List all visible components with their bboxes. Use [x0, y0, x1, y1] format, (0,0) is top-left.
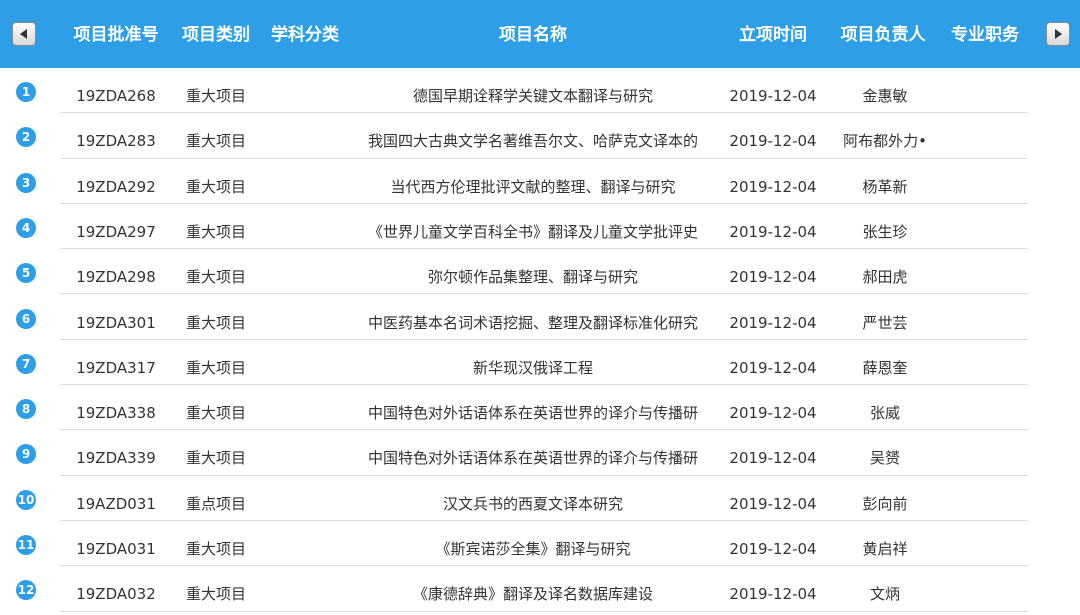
project-category-cell: 重大项目 — [185, 585, 246, 604]
project-leader-cell: 黄启祥 — [862, 540, 908, 558]
header-project-leader[interactable]: 项目负责人 — [833, 23, 933, 47]
approval-date-cell: 2019-12-04 — [729, 540, 817, 558]
row-index-badge: 7 — [16, 353, 36, 374]
project-name-cell: 中国特色对外话语体系在英语世界的译介与传播研 — [367, 449, 698, 468]
approval-date-cell: 2019-12-04 — [729, 268, 817, 287]
approval-date-cell: 2019-12-04 — [729, 585, 817, 604]
approval-number-cell: 19ZDA268 — [76, 87, 156, 105]
approval-number-cell: 19ZDA298 — [76, 268, 156, 287]
project-name-cell: 德国早期诠释学关键文本翻译与研究 — [412, 87, 653, 105]
project-leader-cell: 阿布都外力• — [843, 132, 927, 151]
header-project-category[interactable]: 项目类别 — [176, 23, 256, 47]
project-name-cell: 新华现汉俄译工程 — [472, 358, 593, 377]
project-name-cell: 当代西方伦理批评文献的整理、翻译与研究 — [390, 177, 676, 196]
approval-date-cell: 2019-12-04 — [729, 132, 817, 151]
approval-date-cell: 2019-12-04 — [729, 177, 817, 196]
project-leader-cell: 金惠敏 — [862, 87, 908, 105]
row-index-badge: 12 — [16, 580, 36, 601]
table-row[interactable]: 7 19ZDA317 重大项目 新华现汉俄译工程 2019-12-04 薛恩奎 — [0, 340, 1080, 386]
approval-number-cell: 19ZDA283 — [76, 132, 156, 151]
table-row[interactable]: 1 19ZDA268 重大项目 德国早期诠释学关键文本翻译与研究 2019-12-04 金… — [0, 68, 1080, 114]
approval-number-cell: 19ZDA032 — [76, 585, 156, 604]
header-discipline[interactable]: 学科分类 — [265, 23, 345, 47]
project-category-cell: 重大项目 — [185, 358, 246, 377]
project-category-cell: 重大项目 — [185, 132, 246, 151]
table-row[interactable]: 8 19ZDA338 重大项目 中国特色对外话语体系在英语世界的译介与传播研 2019-… — [0, 385, 1080, 431]
project-category-cell: 重大项目 — [185, 313, 246, 332]
project-leader-cell: 吴赟 — [869, 449, 900, 468]
scroll-right-button[interactable] — [1046, 22, 1070, 46]
row-index-badge: 8 — [16, 399, 36, 420]
project-name-cell: 中国特色对外话语体系在英语世界的译介与传播研 — [367, 404, 698, 423]
project-name-cell: 弥尔顿作品集整理、翻译与研究 — [427, 268, 638, 287]
project-name-cell: 《康德辞典》翻译及译名数据库建设 — [412, 585, 653, 604]
table-row[interactable]: 6 19ZDA301 重大项目 中医药基本名词术语挖掘、整理及翻译标准化研究 2019-… — [0, 295, 1080, 340]
header-approval-number[interactable]: 项目批准号 — [68, 23, 164, 47]
project-name-cell: 《世界儿童文学百科全书》翻译及儿童文学批评史 — [367, 222, 698, 241]
table-row[interactable]: 11 19ZDA031 重大项目 《斯宾诺莎全集》翻译与研究 2019-12-04 黄启祥 — [0, 521, 1080, 567]
project-leader-cell: 杨革新 — [862, 177, 908, 196]
arrow-right-icon — [1055, 29, 1062, 39]
project-category-cell: 重大项目 — [185, 268, 246, 287]
approval-date-cell: 2019-12-04 — [729, 358, 817, 377]
header-approval-date[interactable]: 立项时间 — [733, 23, 813, 47]
approval-number-cell: 19ZDA297 — [76, 222, 156, 241]
row-index-badge: 4 — [16, 217, 36, 238]
approval-date-cell: 2019-12-04 — [729, 449, 817, 468]
approval-number-cell: 19ZDA301 — [76, 313, 156, 332]
project-leader-cell: 严世芸 — [862, 313, 908, 332]
project-leader-cell: 郝田虎 — [862, 268, 908, 287]
header-project-name[interactable]: 项目名称 — [478, 23, 588, 47]
row-index-badge: 6 — [16, 308, 36, 329]
row-divider — [60, 610, 1028, 612]
row-index-badge: 1 — [16, 82, 36, 102]
project-leader-cell: 张生珍 — [862, 222, 908, 241]
row-index-badge: 11 — [16, 535, 36, 555]
approval-number-cell: 19ZDA338 — [76, 404, 156, 423]
approval-number-cell: 19ZDA292 — [76, 177, 156, 196]
approval-date-cell: 2019-12-04 — [729, 313, 817, 332]
approval-number-cell: 19AZD031 — [76, 494, 156, 513]
row-index-badge: 9 — [16, 444, 36, 465]
project-name-cell: 汉文兵书的西夏文译本研究 — [442, 494, 623, 513]
table-row[interactable]: 9 19ZDA339 重大项目 中国特色对外话语体系在英语世界的译介与传播研 2019-… — [0, 430, 1080, 476]
project-leader-cell: 薛恩奎 — [862, 358, 908, 377]
project-leader-cell: 张威 — [869, 404, 900, 423]
project-name-cell: 我国四大古典文学名著维吾尔文、哈萨克文译本的 — [367, 132, 698, 151]
project-name-cell: 《斯宾诺莎全集》翻译与研究 — [435, 540, 631, 558]
approval-date-cell: 2019-12-04 — [729, 404, 817, 423]
row-index-badge: 3 — [16, 172, 36, 193]
header-professional-title[interactable]: 专业职务 — [944, 23, 1026, 47]
table-row[interactable]: 5 19ZDA298 重大项目 弥尔顿作品集整理、翻译与研究 2019-12-04 郝田虎 — [0, 249, 1080, 295]
project-leader-cell: 文炳 — [869, 585, 900, 604]
approval-date-cell: 2019-12-04 — [729, 222, 817, 241]
arrow-left-icon — [20, 29, 27, 39]
table-row[interactable]: 10 19AZD031 重点项目 汉文兵书的西夏文译本研究 2019-12-04 彭向前 — [0, 476, 1080, 521]
project-category-cell: 重大项目 — [185, 449, 246, 468]
row-index-badge: 2 — [16, 127, 36, 148]
row-index-badge: 10 — [16, 489, 36, 510]
project-category-cell: 重大项目 — [185, 177, 246, 196]
project-name-cell: 中医药基本名词术语挖掘、整理及翻译标准化研究 — [367, 313, 698, 332]
approval-number-cell: 19ZDA317 — [76, 358, 156, 377]
approval-date-cell: 2019-12-04 — [729, 87, 817, 105]
project-category-cell: 重大项目 — [185, 87, 246, 105]
project-category-cell: 重点项目 — [185, 494, 246, 513]
project-leader-cell: 彭向前 — [862, 494, 908, 513]
row-index-badge: 5 — [16, 263, 36, 284]
approval-date-cell: 2019-12-04 — [729, 494, 817, 513]
table-row[interactable]: 4 19ZDA297 重大项目 《世界儿童文学百科全书》翻译及儿童文学批评史 2019-… — [0, 204, 1080, 250]
table-header: 项目批准号 项目类别 学科分类 项目名称 立项时间 项目负责人 专业职务 — [0, 0, 1080, 68]
project-category-cell: 重大项目 — [185, 404, 246, 423]
table-row[interactable]: 12 19ZDA032 重大项目 《康德辞典》翻译及译名数据库建设 2019-12-04… — [0, 566, 1080, 612]
approval-number-cell: 19ZDA031 — [76, 540, 156, 558]
project-category-cell: 重大项目 — [185, 540, 246, 558]
approval-number-cell: 19ZDA339 — [76, 449, 156, 468]
scroll-left-button[interactable] — [12, 22, 36, 46]
project-category-cell: 重大项目 — [185, 222, 246, 241]
table-row[interactable]: 3 19ZDA292 重大项目 当代西方伦理批评文献的整理、翻译与研究 2019-12-… — [0, 159, 1080, 204]
table-row[interactable]: 2 19ZDA283 重大项目 我国四大古典文学名著维吾尔文、哈萨克文译本的 2019-… — [0, 113, 1080, 159]
